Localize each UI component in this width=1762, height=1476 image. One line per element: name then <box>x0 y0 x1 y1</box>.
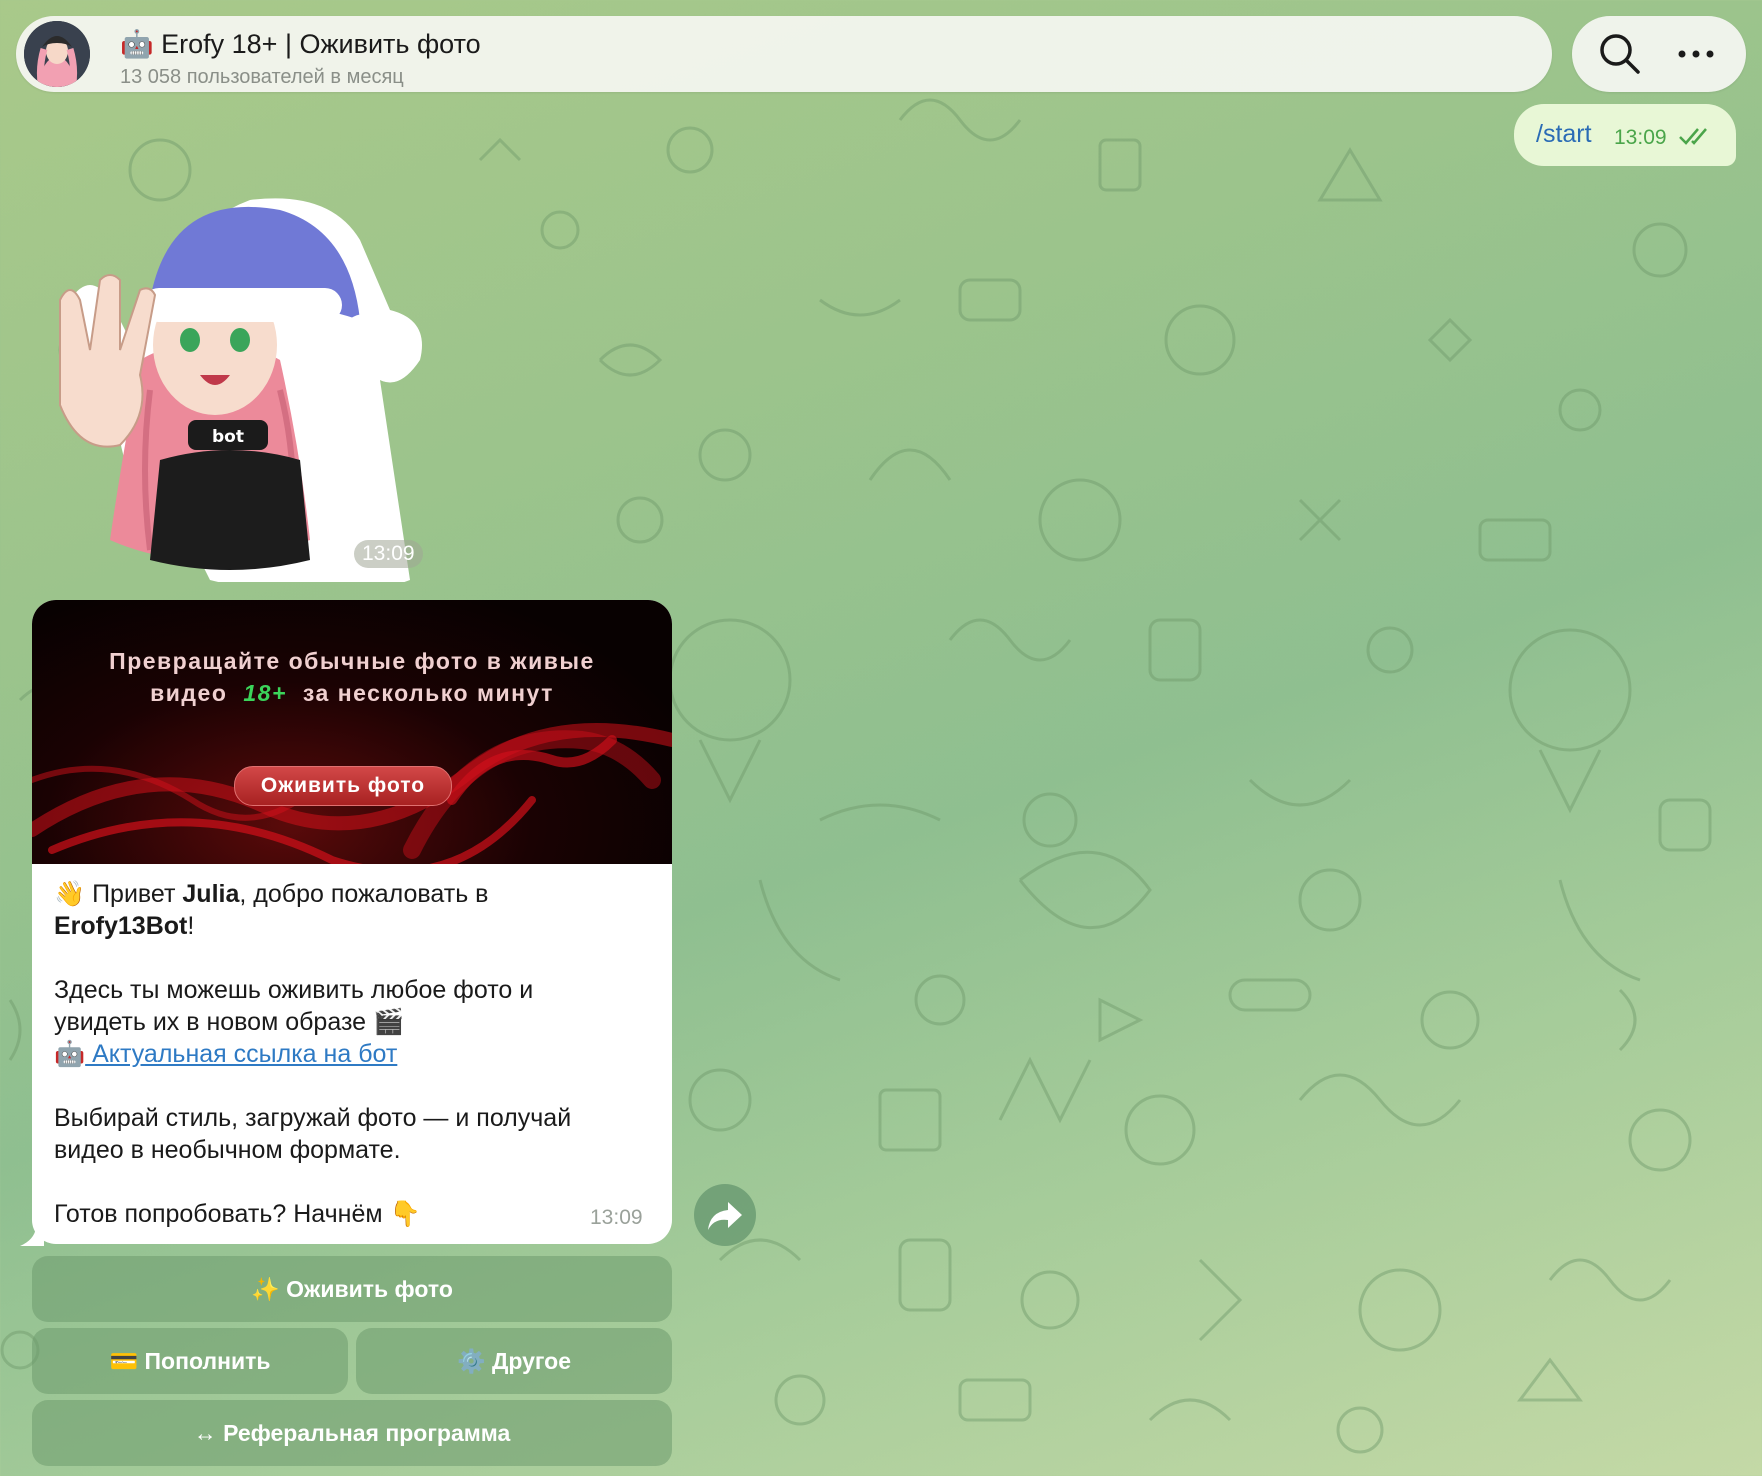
message-time: 13:09 <box>590 1206 643 1229</box>
chat-subtitle: 13 058 пользователей в месяц <box>120 66 404 88</box>
outgoing-time: 13:09 <box>1614 126 1667 149</box>
search-icon[interactable] <box>1596 30 1644 78</box>
keyboard-referral-button[interactable]: ↔ Реферальная программа <box>32 1400 672 1466</box>
chat-title: 🤖 Erofy 18+ | Оживить фото <box>120 29 481 59</box>
sticker-collar-text: bot <box>212 427 244 447</box>
promo-banner-image[interactable]: Превращайте обычные фото в живые видео 18… <box>32 600 672 864</box>
bot-name: Erofy13Bot <box>54 912 188 940</box>
keyboard-topup-button[interactable]: 💳 Пополнить <box>32 1328 348 1394</box>
outgoing-text: /start <box>1536 120 1592 148</box>
banner-headline-line2: видео 18+ за несколько минут <box>150 680 554 706</box>
sticker-time: 13:09 <box>354 540 423 568</box>
bot-avatar[interactable] <box>24 21 90 87</box>
banner-animate-button: Оживить фото <box>234 766 452 806</box>
share-button[interactable] <box>694 1184 756 1246</box>
banner-headline-line1: Превращайте обычные фото в живые <box>109 648 595 674</box>
more-icon[interactable] <box>1672 30 1720 78</box>
double-check-icon <box>1678 126 1712 146</box>
user-name: Julia <box>182 880 240 908</box>
bubble-tail <box>20 1228 44 1246</box>
message-text: 👋 Привет Julia, добро пожаловать в Erofy… <box>54 880 572 1228</box>
header-actions <box>1572 16 1746 92</box>
share-icon <box>708 1202 742 1230</box>
keyboard-other-button[interactable]: ⚙️ Другое <box>356 1328 672 1394</box>
bot-welcome-message[interactable]: Превращайте обычные фото в живые видео 18… <box>32 600 672 1244</box>
banner-18-badge: 18+ <box>243 680 287 706</box>
greeting-sticker[interactable]: bot <box>30 190 440 596</box>
bot-link[interactable]: Актуальная ссылка на бот <box>85 1040 397 1068</box>
chat-header[interactable]: 🤖 Erofy 18+ | Оживить фото 13 058 пользо… <box>16 16 1552 92</box>
keyboard-animate-photo-button[interactable]: ✨ Оживить фото <box>32 1256 672 1322</box>
